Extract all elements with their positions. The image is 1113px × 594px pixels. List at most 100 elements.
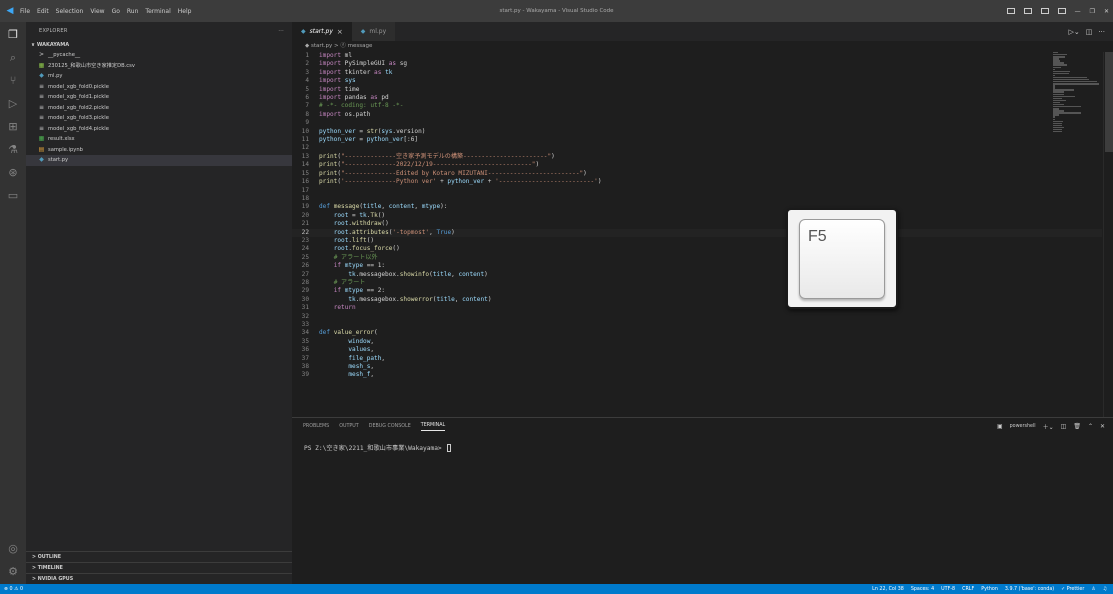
explorer-icon[interactable]: ❐ <box>0 24 26 46</box>
terminal-output[interactable]: PS Z:\空き家\2211_和歌山市事業\Wakayama> <box>292 443 1113 452</box>
menu-terminal[interactable]: Terminal <box>145 8 170 15</box>
menu-view[interactable]: View <box>90 8 104 15</box>
code-line: 11 python_ver = python_ver[:6] <box>292 136 1102 144</box>
tree-item[interactable]: > __pycache__ <box>26 50 292 61</box>
menu-run[interactable]: Run <box>127 8 139 15</box>
notifications-bell-icon[interactable]: ♫ <box>1103 587 1107 592</box>
code-text: root = tk.Tk() <box>333 211 386 219</box>
menu-help[interactable]: Help <box>178 8 192 15</box>
new-terminal-icon[interactable]: ＋⌄ <box>1043 422 1054 431</box>
menu-file[interactable]: File <box>20 8 30 15</box>
split-terminal-icon[interactable]: ◫ <box>1061 423 1067 430</box>
tab-debug-console[interactable]: DEBUG CONSOLE <box>369 424 411 429</box>
tab-output[interactable]: OUTPUT <box>339 424 359 429</box>
line-number: 11 <box>301 136 309 144</box>
explorer-more-actions-icon[interactable]: ··· <box>278 28 284 34</box>
file-type-icon: ≡ <box>38 82 45 90</box>
tree-item[interactable]: ≡ model_xgb_fold3.pickle <box>26 113 292 124</box>
more-actions-icon[interactable]: ··· <box>1098 28 1105 36</box>
encoding[interactable]: UTF-8 <box>941 587 955 592</box>
tree-item-label: result.xlsx <box>48 136 75 142</box>
window-controls: — ❐ ✕ <box>1006 0 1109 22</box>
file-type-icon: ▦ <box>38 61 45 69</box>
maximize-button[interactable]: ❐ <box>1090 8 1095 15</box>
toggle-sidebar-icon[interactable] <box>1006 8 1015 14</box>
tree-item-label: ml.py <box>48 73 63 79</box>
line-number: 2 <box>305 60 309 68</box>
code-text: # -*- coding: utf-8 -*- <box>319 102 404 110</box>
tree-item[interactable]: ≡ model_xgb_fold0.pickle <box>26 82 292 93</box>
code-line: 25 # アラート以外 <box>292 254 1102 262</box>
toggle-secondary-sidebar-icon[interactable] <box>1040 8 1049 14</box>
menu-selection[interactable]: Selection <box>56 8 84 15</box>
terminal-prompt: PS Z:\空き家\2211_和歌山市事業\Wakayama> <box>304 445 446 452</box>
remote-explorer-icon[interactable]: ⊛ <box>0 162 26 184</box>
code-line: 20 root = tk.Tk() <box>292 212 1102 220</box>
vscode-logo-icon: ◀ <box>6 6 14 16</box>
f5-key-overlay: F5 <box>786 208 898 309</box>
python-interpreter[interactable]: 3.9.7 ('base': conda) <box>1005 587 1054 592</box>
tree-item[interactable]: ≡ model_xgb_fold4.pickle <box>26 124 292 135</box>
problems-indicator[interactable]: ⊗ 0 ⚠ 0 <box>0 587 23 592</box>
tree-item[interactable]: ▦ result.xlsx <box>26 134 292 145</box>
tab-terminal[interactable]: TERMINAL <box>420 423 446 431</box>
nvidia-gpus-section[interactable]: > NVIDIA GPUS <box>26 573 292 584</box>
testing-icon[interactable]: ⚗ <box>0 139 26 161</box>
menu-edit[interactable]: Edit <box>37 8 49 15</box>
tab-problems[interactable]: PROBLEMS <box>303 424 329 429</box>
tree-item[interactable]: ▤ sample.ipynb <box>26 145 292 156</box>
tree-item-label: model_xgb_fold0.pickle <box>48 83 109 90</box>
line-ending[interactable]: CRLF <box>962 587 974 592</box>
terminal-shell-name[interactable]: powershell <box>1010 424 1036 429</box>
scrollbar-thumb[interactable] <box>1105 52 1113 152</box>
tab-ml-py[interactable]: ◆ ml.py <box>351 22 396 41</box>
run-python-file-icon[interactable]: ▷⌄ <box>1068 28 1079 36</box>
menu-go[interactable]: Go <box>112 8 120 15</box>
notebook-icon[interactable]: ▭ <box>0 185 26 207</box>
accounts-icon[interactable]: ◎ <box>0 538 26 560</box>
run-debug-icon[interactable]: ▷ <box>0 93 26 115</box>
breadcrumb[interactable]: ◆ start.py > ⓕ message <box>292 41 1113 52</box>
code-line: 22 root.attributes('-topmost', True) <box>292 229 1102 237</box>
indentation[interactable]: Spaces: 4 <box>911 587 934 592</box>
close-tab-icon[interactable]: × <box>337 28 343 36</box>
extensions-icon[interactable]: ⊞ <box>0 116 26 138</box>
tab-start-py[interactable]: ◆ start.py × <box>292 22 352 41</box>
code-text: print('--------------Python ver' + pytho… <box>319 178 602 186</box>
editor-scrollbar[interactable] <box>1103 52 1113 417</box>
menu-bar: File Edit Selection View Go Run Terminal… <box>20 8 191 15</box>
close-window-button[interactable]: ✕ <box>1104 8 1109 15</box>
minimap[interactable] <box>1053 52 1101 212</box>
toggle-panel-icon[interactable] <box>1023 8 1032 14</box>
close-panel-icon[interactable]: ✕ <box>1100 423 1105 430</box>
outline-section[interactable]: > OUTLINE <box>26 551 292 562</box>
tree-item-label: model_xgb_fold4.pickle <box>48 125 109 132</box>
search-icon[interactable]: ⌕ <box>0 47 26 69</box>
prettier-status[interactable]: ✓ Prettier <box>1061 587 1084 592</box>
tree-item[interactable]: ▦ 230125_和歌山市空き家推定DB.csv <box>26 61 292 72</box>
cursor-position[interactable]: Ln 22, Col 38 <box>872 587 904 592</box>
accounts-status-icon[interactable]: ♙ <box>1091 587 1095 592</box>
code-text: import tkinter as tk <box>319 68 393 76</box>
settings-gear-icon[interactable]: ⚙ <box>0 561 26 583</box>
tree-item[interactable]: ≡ model_xgb_fold2.pickle <box>26 103 292 114</box>
code-text: mesh_s, <box>348 363 375 371</box>
panel-actions: ▣ powershell ＋⌄ ◫ 🗑 ⌃ ✕ <box>997 418 1105 435</box>
tree-item[interactable]: ◆ start.py <box>26 155 292 166</box>
code-editor[interactable]: 1 import ml 2 import PySimpleGUI as sg 3 impo… <box>292 52 1102 417</box>
workspace-folder[interactable]: ∨ WAKAYAMA <box>26 40 292 50</box>
trash-icon[interactable]: 🗑 <box>1073 423 1081 430</box>
source-control-icon[interactable]: ⑂ <box>0 70 26 92</box>
customize-layout-icon[interactable] <box>1057 8 1066 14</box>
code-text: print("--------------2022/12/19---------… <box>319 161 540 169</box>
tree-item[interactable]: ≡ model_xgb_fold1.pickle <box>26 92 292 103</box>
timeline-section[interactable]: > TIMELINE <box>26 562 292 573</box>
split-editor-icon[interactable]: ◫ <box>1086 28 1093 36</box>
minimize-button[interactable]: — <box>1075 8 1081 15</box>
tree-item[interactable]: ◆ ml.py <box>26 71 292 82</box>
language-mode[interactable]: Python <box>981 587 998 592</box>
code-text: def value_error( <box>319 329 378 337</box>
code-text: import PySimpleGUI as sg <box>319 60 408 68</box>
maximize-panel-icon[interactable]: ⌃ <box>1088 423 1093 430</box>
line-number: 1 <box>305 52 309 59</box>
